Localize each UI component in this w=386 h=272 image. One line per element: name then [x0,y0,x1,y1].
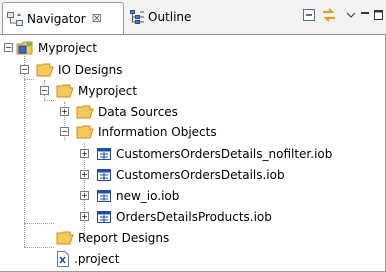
folder-open-icon [76,105,94,119]
navigator-tree: − Myproject − IO Designs − Myproject + D… [0,35,385,271]
view-menu-icon [346,11,356,19]
outline-icon [130,10,144,24]
tree-item-iob-file[interactable]: CustomersOrdersDetails_nofilter.iob [96,144,333,164]
tree-item-label: Information Objects [98,125,217,139]
tree-item-io-designs[interactable]: IO Designs [36,60,123,80]
expand-toggle[interactable]: + [80,191,89,200]
folder-open-icon [56,231,74,245]
information-object-icon [96,210,112,224]
tree-connector [24,79,34,80]
xml-file-icon [56,251,70,267]
expand-toggle[interactable]: + [80,170,89,179]
folder-open-icon [76,125,94,139]
information-object-icon [96,189,112,203]
tree-connector [44,100,54,101]
collapse-all-icon [302,8,316,22]
tree-item-label: .project [74,252,120,266]
tree-item-iob-file[interactable]: CustomersOrdersDetails.iob [96,165,286,185]
tree-connector [24,247,54,248]
information-object-icon [96,147,112,161]
tab-outline[interactable]: Outline [128,2,206,32]
tree-item-information-objects[interactable]: Information Objects [76,122,218,142]
close-icon[interactable]: ☒ [92,12,102,25]
tree-item-label: Report Designs [78,231,170,245]
tree-item-label: OrdersDetailsProducts.iob [116,210,272,224]
tab-navigator[interactable]: Navigator ☒ [2,2,124,34]
tree-item-myproject-folder[interactable]: Myproject [56,81,138,101]
folder-open-icon [56,84,74,98]
maximize-icon [374,9,384,21]
tree-item-label: new_io.iob [116,189,180,203]
collapse-all-button[interactable] [300,6,318,24]
folder-open-icon [36,63,54,77]
collapse-toggle[interactable]: − [60,127,69,136]
link-editor-icon [321,7,337,23]
tree-item-label: Myproject [38,41,98,55]
link-editor-button[interactable] [320,6,338,24]
tree-item-data-sources[interactable]: Data Sources [76,102,179,122]
view-tab-bar: Navigator ☒ Outline [0,0,386,35]
tab-outline-label: Outline [148,10,192,24]
collapse-toggle[interactable]: − [40,86,49,95]
tree-item-project-file[interactable]: .project [56,249,120,269]
tab-navigator-label: Navigator [27,11,86,26]
tree-item-label: CustomersOrdersDetails.iob [116,168,285,182]
tree-item-iob-file[interactable]: new_io.iob [96,186,180,206]
tree-connector [24,223,54,224]
tree-item-label: Data Sources [98,105,178,119]
maximize-button[interactable] [370,6,386,24]
expand-toggle[interactable]: + [80,212,89,221]
tree-item-label: Myproject [78,84,138,98]
expand-toggle[interactable]: + [60,107,69,116]
project-icon [16,40,34,56]
collapse-toggle[interactable]: − [20,65,29,74]
tree-item-iob-file[interactable]: OrdersDetailsProducts.iob [96,207,273,227]
tree-item-root-project[interactable]: Myproject [16,38,98,58]
minimize-icon [360,10,370,20]
tree-item-report-designs[interactable]: Report Designs [56,228,170,248]
collapse-toggle[interactable]: − [4,43,13,52]
navigator-view: Navigator ☒ Outline − Myproject − IO Des… [0,0,386,272]
navigator-icon [7,11,23,26]
information-object-icon [96,168,112,182]
expand-toggle[interactable]: + [80,149,89,158]
tree-connector [24,56,25,247]
tree-item-label: IO Designs [58,63,123,77]
tree-item-label: CustomersOrdersDetails_nofilter.iob [116,147,333,161]
